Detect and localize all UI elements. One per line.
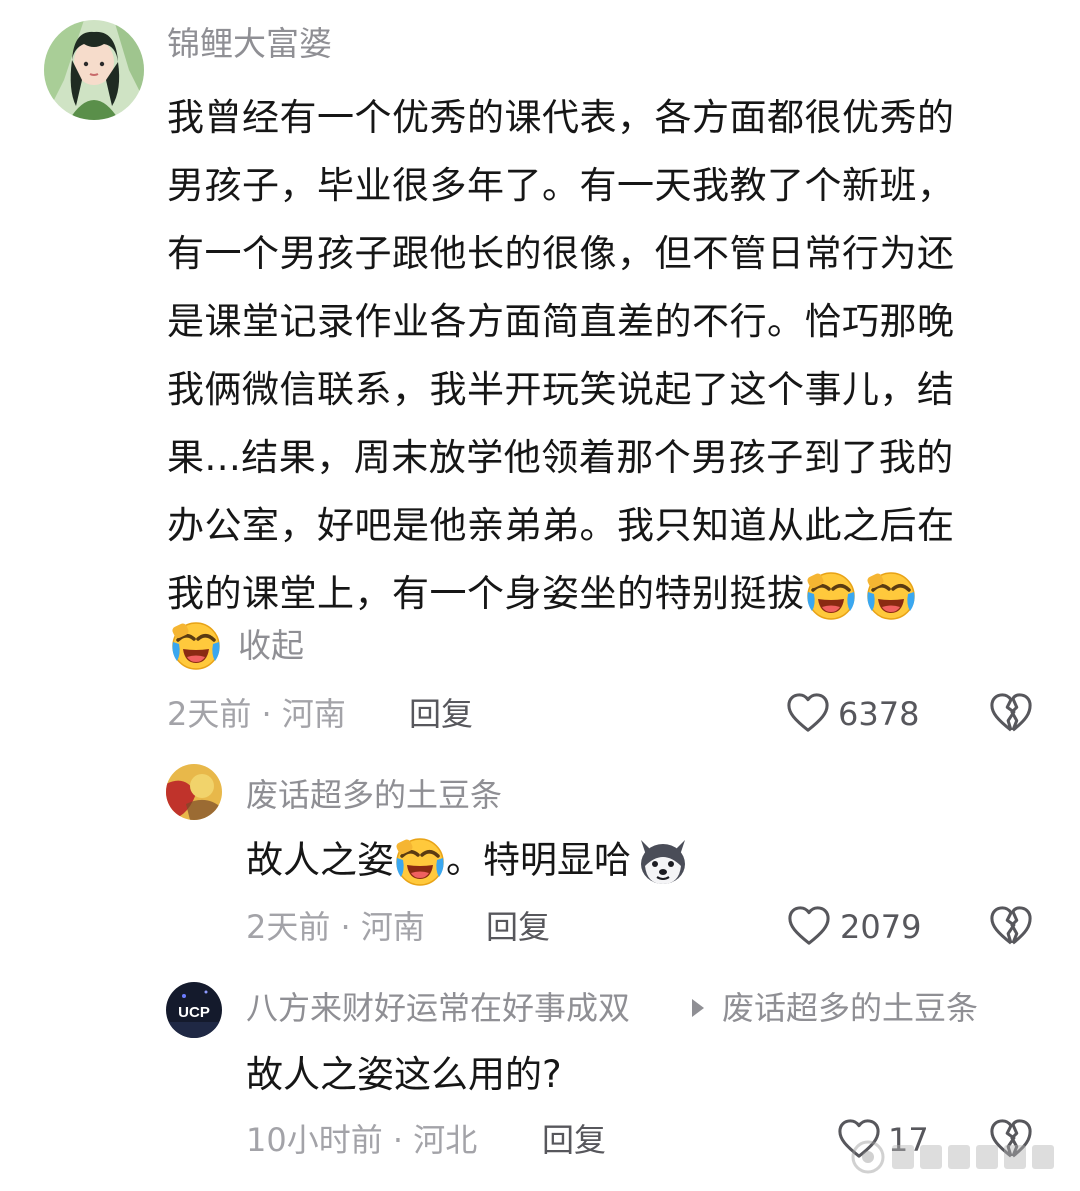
reply-text: 故人之姿 bbox=[246, 838, 394, 882]
reply-time: 10小时前 bbox=[246, 1121, 383, 1159]
watermark-logo bbox=[848, 1137, 1058, 1177]
reply-location: 河南 bbox=[360, 908, 425, 946]
like-count: 2079 bbox=[840, 908, 922, 946]
comment-body: 我曾经有一个优秀的课代表，各方面都很优秀的 男孩子，毕业很多年了。有一天我教了个… bbox=[167, 84, 1029, 628]
reply-avatar[interactable]: UCP bbox=[166, 982, 222, 1038]
reply-meta: 10小时前 · 河北 bbox=[246, 1120, 477, 1160]
reply-avatar[interactable] bbox=[166, 764, 222, 820]
reply-to-username[interactable]: 废话超多的土豆条 bbox=[722, 988, 978, 1028]
reply-location: 河北 bbox=[413, 1121, 478, 1159]
dislike-broken-heart-icon[interactable] bbox=[988, 692, 1034, 734]
reply-button[interactable]: 回复 bbox=[409, 694, 473, 734]
meta-separator: · bbox=[261, 695, 272, 733]
reply-button[interactable]: 回复 bbox=[486, 907, 550, 947]
reply-time: 2天前 bbox=[246, 908, 331, 946]
reply-username[interactable]: 八方来财好运常在好事成双 bbox=[246, 988, 630, 1028]
comment-line: 是课堂记录作业各方面简直差的不行。恰巧那晚 bbox=[167, 300, 955, 343]
avatar[interactable] bbox=[44, 20, 144, 120]
laugh-cry-emoji-icon bbox=[865, 570, 917, 622]
meta-separator: · bbox=[340, 908, 351, 946]
comment-line-text: 我的课堂上，有一个身姿坐的特别挺拔 bbox=[167, 572, 805, 615]
reply-to-arrow-icon bbox=[692, 999, 704, 1017]
avatar-text: UCP bbox=[178, 1004, 210, 1021]
laugh-cry-emoji-icon bbox=[170, 620, 222, 672]
reply-text-after: 。特明显哈 bbox=[446, 838, 631, 882]
laugh-cry-emoji-icon bbox=[394, 836, 446, 888]
like-heart-icon[interactable] bbox=[785, 692, 831, 734]
reply-username[interactable]: 废话超多的土豆条 bbox=[246, 775, 502, 815]
reply-body: 故人之姿 。特明显哈 bbox=[246, 836, 691, 888]
dislike-broken-heart-icon[interactable] bbox=[988, 905, 1034, 947]
meta-separator: · bbox=[392, 1121, 404, 1159]
like-count: 6378 bbox=[838, 695, 920, 733]
comment-line: 有一个男孩子跟他长的很像，但不管日常行为还 bbox=[167, 232, 955, 275]
comment-time: 2天前 bbox=[167, 695, 252, 733]
comment-location: 河南 bbox=[281, 695, 346, 733]
reply-body: 故人之姿这么用的? bbox=[246, 1053, 562, 1096]
comment-line-last: 我的课堂上，有一个身姿坐的特别挺拔 bbox=[167, 560, 1029, 628]
comment-line: 男孩子，毕业很多年了。有一天我教了个新班， bbox=[167, 164, 955, 207]
comment-line: 我曾经有一个优秀的课代表，各方面都很优秀的 bbox=[167, 96, 955, 139]
laugh-cry-emoji-icon bbox=[805, 570, 857, 622]
reply-meta: 2天前 · 河南 bbox=[246, 907, 425, 947]
comment-line: 办公室，好吧是他亲弟弟。我只知道从此之后在 bbox=[167, 504, 955, 547]
reply-button[interactable]: 回复 bbox=[542, 1120, 606, 1160]
collapse-button[interactable]: 收起 bbox=[238, 626, 304, 666]
comment-username[interactable]: 锦鲤大富婆 bbox=[167, 24, 332, 64]
like-heart-icon[interactable] bbox=[786, 905, 832, 947]
comment-line: 果...结果，周末放学他领着那个男孩子到了我的 bbox=[167, 436, 954, 479]
comment-meta: 2天前 · 河南 bbox=[167, 694, 346, 734]
husky-dog-emoji-icon bbox=[635, 836, 691, 888]
comment-line: 我俩微信联系，我半开玩笑说起了这个事儿，结 bbox=[167, 368, 955, 411]
